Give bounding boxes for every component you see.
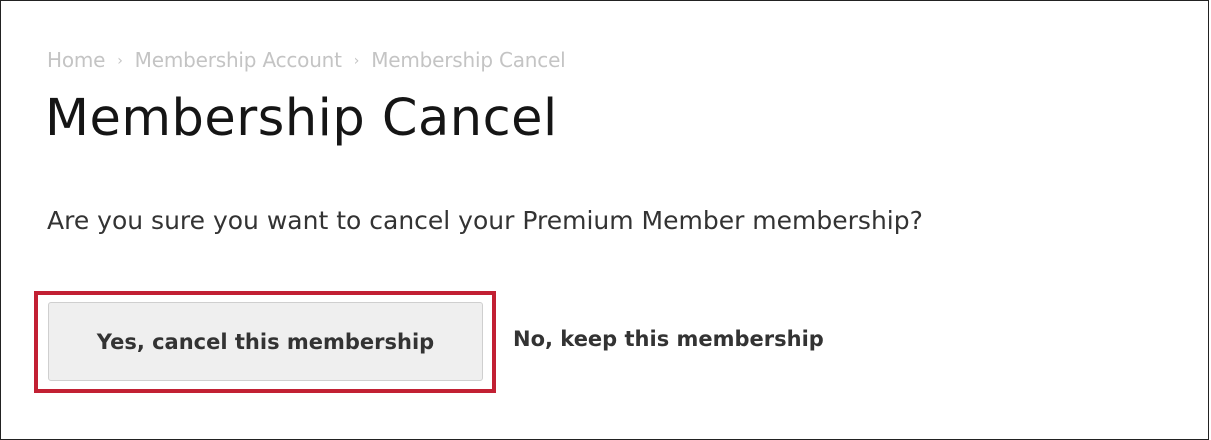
breadcrumb-membership-account-link[interactable]: Membership Account bbox=[135, 48, 342, 72]
breadcrumb-separator: › bbox=[353, 53, 360, 69]
keep-membership-link[interactable]: No, keep this membership bbox=[513, 327, 824, 351]
cancel-confirmation-question: Are you sure you want to cancel your Pre… bbox=[47, 206, 923, 235]
breadcrumb: Home › Membership Account › Membership Cance… bbox=[47, 48, 566, 72]
page-frame: Home › Membership Account › Membership Cance… bbox=[0, 0, 1209, 440]
breadcrumb-home-link[interactable]: Home bbox=[47, 48, 105, 72]
page-title: Membership Cancel bbox=[45, 89, 558, 148]
confirm-cancel-button[interactable]: Yes, cancel this membership bbox=[48, 302, 483, 381]
breadcrumb-current: Membership Cancel bbox=[371, 48, 566, 72]
breadcrumb-separator: › bbox=[117, 53, 123, 69]
